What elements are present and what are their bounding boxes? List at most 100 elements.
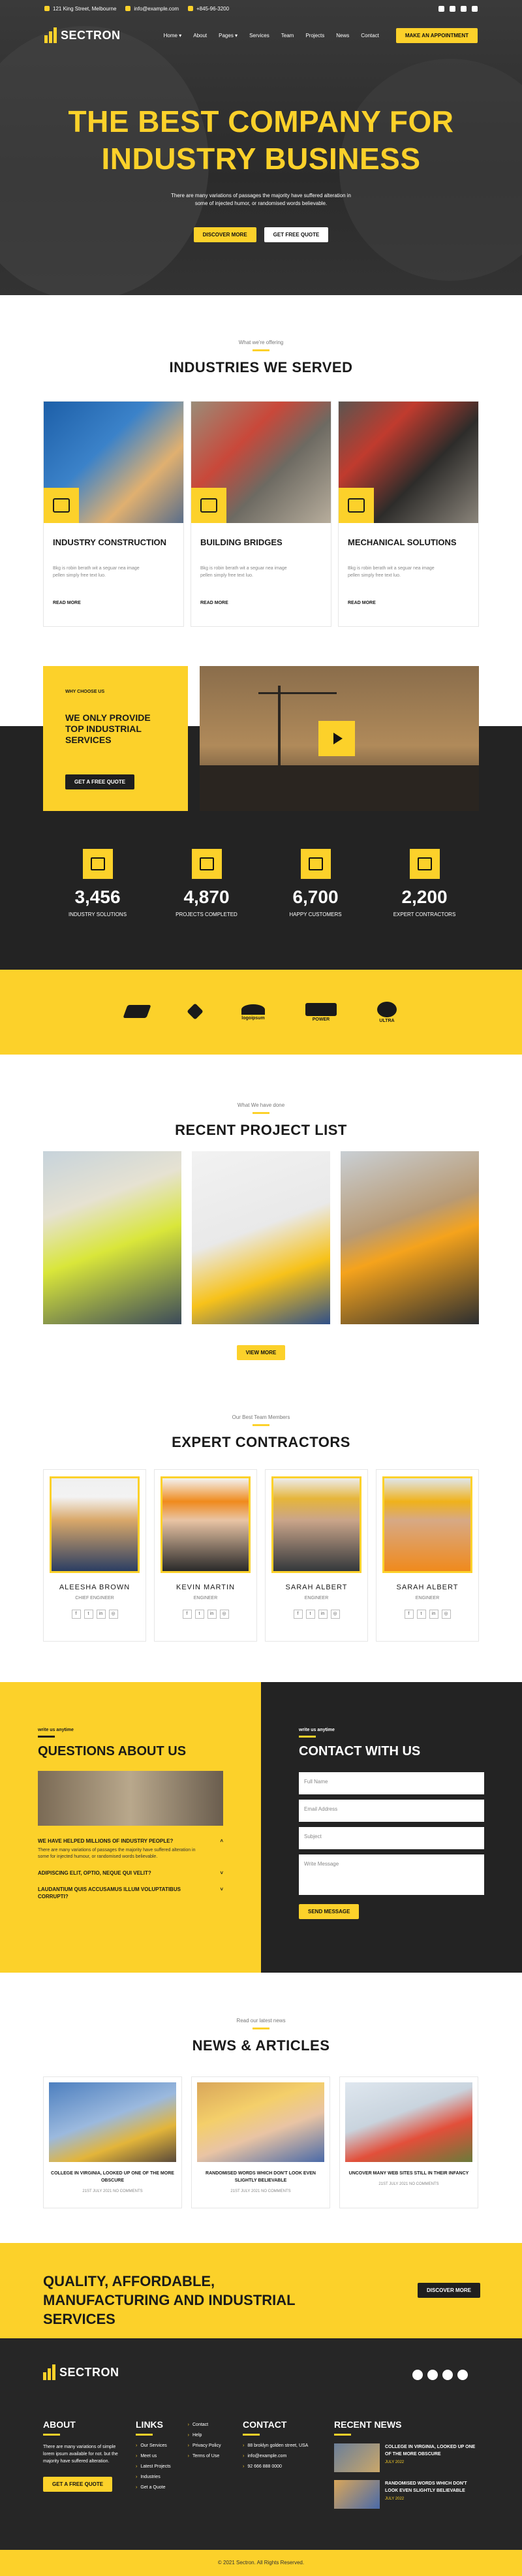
faq-item[interactable]: ADIPISCING ELIT, OPTIO, NEQUE QUI VELIT?… (38, 1869, 223, 1877)
read-more-link[interactable]: READ MORE (348, 601, 376, 605)
footer-logo[interactable]: SECTRON (43, 2364, 119, 2380)
news-card[interactable]: COLLEGE IN VIRGINIA, LOOKED UP ONE OF TH… (43, 2076, 182, 2208)
footer-link[interactable]: Industries (136, 2475, 171, 2479)
linkedin-icon[interactable]: in (429, 1610, 438, 1619)
linkedin-icon[interactable]: in (96, 1610, 106, 1619)
footer-phone[interactable]: 92 666 888 0000 (243, 2464, 308, 2469)
heading-divider (334, 2434, 351, 2436)
contact-subheading: write us anytime (299, 1728, 335, 1732)
facebook-icon[interactable] (438, 5, 444, 12)
team-member-card[interactable]: ALEESHA BROWN CHIEF ENGINEER f t in ◎ (43, 1469, 146, 1642)
read-more-link[interactable]: READ MORE (53, 601, 81, 605)
facebook-icon[interactable]: f (293, 1610, 303, 1619)
discover-more-button[interactable]: DISCOVER MORE (193, 227, 256, 242)
footer-news-headline[interactable]: RANDOMISED WORDS WHICH DON'T LOOK EVEN S… (385, 2480, 476, 2494)
appointment-button[interactable]: MAKE AN APPOINTMENT (395, 27, 478, 43)
linkedin-icon[interactable]: in (207, 1610, 217, 1619)
footer-news-item[interactable]: COLLEGE IN VIRGINIA, LOOKED UP ONE OF TH… (334, 2443, 476, 2472)
read-more-link[interactable]: READ MORE (200, 601, 228, 605)
news-card-title[interactable]: RANDOMISED WORDS WHICH DON'T LOOK EVEN S… (197, 2170, 324, 2184)
project-image[interactable] (43, 1151, 181, 1324)
footer-news-item[interactable]: RANDOMISED WORDS WHICH DON'T LOOK EVEN S… (334, 2480, 476, 2509)
team-member-card[interactable]: KEVIN MARTIN ENGINEER f t in ◎ (154, 1469, 257, 1642)
linkedin-icon[interactable]: in (318, 1610, 328, 1619)
facebook-icon[interactable]: f (71, 1610, 81, 1619)
team-member-card[interactable]: SARAH ALBERT ENGINEER f t in ◎ (376, 1469, 479, 1642)
brand-logo[interactable]: SECTRON (44, 27, 121, 43)
news-card[interactable]: RANDOMISED WORDS WHICH DON'T LOOK EVEN S… (191, 2076, 330, 2208)
stat-item: 4,870 PROJECTS COMPLETED (152, 849, 261, 917)
footer-email[interactable]: info@example.com (243, 2454, 308, 2458)
nav-pages[interactable]: Pages ▾ (219, 33, 238, 39)
subject-field[interactable]: Subject (299, 1827, 484, 1849)
youtube-icon[interactable] (461, 5, 467, 12)
topbar-email[interactable]: info@example.com (125, 6, 179, 12)
twitter-icon[interactable]: t (305, 1610, 315, 1619)
twitter-icon[interactable] (427, 2370, 438, 2380)
footer-link[interactable]: Latest Projects (136, 2464, 170, 2469)
facebook-icon[interactable]: f (182, 1610, 192, 1619)
twitter-icon[interactable]: t (84, 1610, 93, 1619)
nav-home[interactable]: Home ▾ (164, 33, 182, 39)
service-card[interactable]: MECHANICAL SOLUTIONS Bkg is robin berath… (338, 401, 479, 627)
send-message-button[interactable]: SEND MESSAGE (299, 1904, 360, 1919)
faq-question[interactable]: LAUDANTIUM QUIS ACCUSAMUS ILLUM VOLUPTAT… (38, 1886, 223, 1900)
topbar-phone[interactable]: +845-96-3200 (188, 6, 229, 12)
footer-link[interactable]: Help (188, 2433, 221, 2438)
instagram-icon[interactable] (457, 2370, 468, 2380)
nav-projects[interactable]: Projects (305, 33, 324, 39)
twitter-icon[interactable] (450, 5, 455, 12)
news-card[interactable]: UNCOVER MANY WEB SITES STILL IN THEIR IN… (339, 2076, 478, 2208)
faq-item[interactable]: LAUDANTIUM QUIS ACCUSAMUS ILLUM VOLUPTAT… (38, 1886, 223, 1900)
faq-item[interactable]: WE HAVE HELPED MILLIONS OF INDUSTRY PEOP… (38, 1837, 223, 1860)
footer-link[interactable]: Terms of Use (188, 2454, 221, 2458)
service-card[interactable]: BUILDING BRIDGES Bkg is robin berath wit… (191, 401, 331, 627)
instagram-icon[interactable]: ◎ (219, 1610, 229, 1619)
nav-services[interactable]: Services (249, 33, 269, 39)
news-card-meta: 21ST JULY 2021 NO COMMENTS (378, 2182, 439, 2186)
instagram-icon[interactable]: ◎ (441, 1610, 451, 1619)
play-icon[interactable] (318, 721, 355, 756)
faq-question[interactable]: ADIPISCING ELIT, OPTIO, NEQUE QUI VELIT?… (38, 1869, 223, 1877)
name-field[interactable]: Full Name (299, 1772, 484, 1794)
message-field[interactable]: Write Message (299, 1854, 484, 1895)
pinterest-icon[interactable] (442, 2370, 453, 2380)
footer-link[interactable]: Privacy Policy (188, 2443, 221, 2448)
nav-about[interactable]: About (193, 33, 207, 39)
heading-divider (243, 2434, 260, 2436)
instagram-icon[interactable]: ◎ (108, 1610, 118, 1619)
instagram-icon[interactable] (472, 5, 478, 12)
project-image[interactable] (341, 1151, 479, 1324)
cta-discover-button[interactable]: DISCOVER MORE (418, 2283, 481, 2298)
twitter-icon[interactable]: t (416, 1610, 426, 1619)
footer-link[interactable]: Our Services (136, 2443, 171, 2448)
email-field[interactable]: Email Address (299, 1800, 484, 1822)
video-thumbnail[interactable] (200, 666, 479, 811)
stat-label: INDUSTRY SOLUTIONS (68, 912, 127, 917)
footer-link[interactable]: Meet us (136, 2454, 171, 2458)
footer-news-image (334, 2443, 380, 2472)
footer-link[interactable]: Get a Quote (136, 2485, 171, 2490)
news-card-title[interactable]: COLLEGE IN VIRGINIA, LOOKED UP ONE OF TH… (49, 2170, 176, 2184)
facebook-icon[interactable] (412, 2370, 423, 2380)
member-photo (382, 1476, 472, 1573)
service-card[interactable]: INDUSTRY CONSTRUCTION Bkg is robin berat… (43, 401, 184, 627)
nav-contact[interactable]: Contact (361, 33, 379, 39)
footer-news-headline[interactable]: COLLEGE IN VIRGINIA, LOOKED UP ONE OF TH… (385, 2443, 476, 2458)
nav-news[interactable]: News (336, 33, 349, 39)
instagram-icon[interactable]: ◎ (330, 1610, 340, 1619)
footer-quote-button[interactable]: GET A FREE QUOTE (43, 2477, 113, 2492)
view-more-button[interactable]: VIEW MORE (236, 1345, 286, 1360)
footer-link[interactable]: Contact (188, 2423, 221, 2427)
nav-team[interactable]: Team (281, 33, 294, 39)
faq-question[interactable]: WE HAVE HELPED MILLIONS OF INDUSTRY PEOP… (38, 1837, 223, 1845)
project-image[interactable] (192, 1151, 330, 1324)
facebook-icon[interactable]: f (404, 1610, 414, 1619)
free-quote-button[interactable]: GET A FREE QUOTE (65, 774, 135, 789)
get-free-quote-button[interactable]: GET FREE QUOTE (264, 227, 329, 242)
twitter-icon[interactable]: t (194, 1610, 204, 1619)
member-social: f t in ◎ (44, 1610, 146, 1619)
news-card-title[interactable]: UNCOVER MANY WEB SITES STILL IN THEIR IN… (345, 2170, 472, 2177)
team-member-card[interactable]: SARAH ALBERT ENGINEER f t in ◎ (265, 1469, 368, 1642)
member-role: ENGINEER (304, 1596, 329, 1600)
